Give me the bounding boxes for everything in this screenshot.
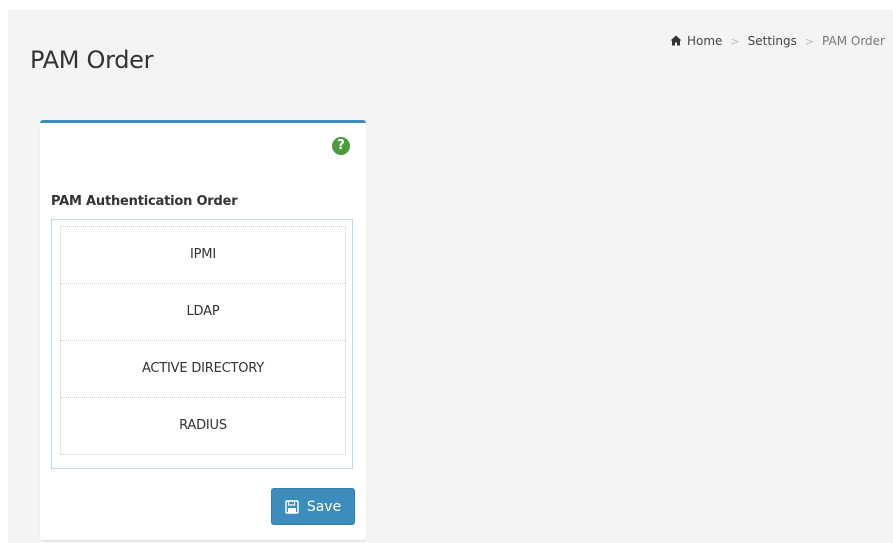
breadcrumb: Home > Settings > PAM Order: [670, 34, 885, 48]
save-button[interactable]: Save: [271, 488, 355, 525]
home-icon: [670, 35, 682, 46]
help-icon[interactable]: ?: [332, 137, 350, 155]
pam-order-item-ldap[interactable]: LDAP: [61, 284, 345, 341]
pam-order-item-active-directory[interactable]: ACTIVE DIRECTORY: [61, 341, 345, 398]
pam-order-container: IPMI LDAP ACTIVE DIRECTORY RADIUS: [51, 219, 353, 469]
pam-order-item-ipmi[interactable]: IPMI: [61, 227, 345, 284]
pam-authentication-order-label: PAM Authentication Order: [51, 194, 238, 209]
page-title: PAM Order: [30, 46, 154, 74]
breadcrumb-current: PAM Order: [822, 34, 885, 48]
breadcrumb-separator: >: [730, 34, 740, 48]
pam-order-item-radius[interactable]: RADIUS: [61, 398, 345, 454]
pam-order-panel: ? PAM Authentication Order IPMI LDAP ACT…: [40, 120, 366, 540]
breadcrumb-separator: >: [804, 34, 815, 48]
save-icon: [285, 499, 299, 514]
breadcrumb-home[interactable]: Home: [670, 34, 722, 48]
breadcrumb-home-label: Home: [686, 34, 723, 48]
breadcrumb-settings[interactable]: Settings: [748, 34, 797, 48]
content-wrapper: PAM Order Home > Settings > PAM Order ? …: [8, 10, 893, 543]
save-button-label: Save: [306, 498, 342, 515]
pam-order-list: IPMI LDAP ACTIVE DIRECTORY RADIUS: [60, 226, 346, 455]
